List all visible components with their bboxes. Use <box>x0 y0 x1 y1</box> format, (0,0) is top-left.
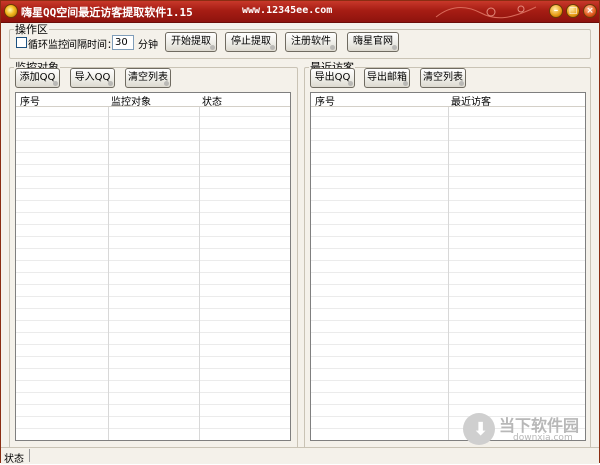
export-email-label: 导出邮箱 <box>367 72 407 83</box>
minimize-icon: – <box>553 6 559 16</box>
visitors-list-header: 序号 最近访客 <box>311 93 585 108</box>
start-extract-label: 开始提取 <box>171 36 211 47</box>
loop-monitor-label: 循环监控 <box>28 40 68 51</box>
monitor-col-divider <box>199 93 200 440</box>
clear-visitors-list-label: 清空列表 <box>423 72 463 83</box>
col-header-recent-visitor[interactable]: 最近访客 <box>451 93 491 108</box>
col-header-status[interactable]: 状态 <box>202 93 222 108</box>
stop-extract-label: 停止提取 <box>231 36 271 47</box>
maximize-icon: □ <box>568 6 578 16</box>
operation-legend: 操作区 <box>15 23 48 36</box>
title-bar[interactable]: 嗨星QQ空间最近访客提取软件1.15 www.12345ee.com – □ × <box>1 1 599 23</box>
app-window: 嗨星QQ空间最近访客提取软件1.15 www.12345ee.com – □ ×… <box>0 0 600 465</box>
export-email-button[interactable]: 导出邮箱 <box>364 68 410 88</box>
close-icon: × <box>586 6 594 16</box>
register-button[interactable]: 注册软件 <box>285 32 337 52</box>
import-qq-label: 导入QQ <box>74 72 111 83</box>
col-header-visitor-index[interactable]: 序号 <box>315 93 335 108</box>
interval-input[interactable]: 30 <box>112 35 134 50</box>
col-header-target[interactable]: 监控对象 <box>111 93 151 108</box>
title-url: www.12345ee.com <box>242 5 333 16</box>
floral-decoration-icon <box>435 5 537 19</box>
monitor-list-header: 序号 监控对象 状态 <box>16 93 290 108</box>
clear-monitor-list-label: 清空列表 <box>128 72 168 83</box>
add-qq-label: 添加QQ <box>19 72 56 83</box>
add-qq-button[interactable]: 添加QQ <box>15 68 60 88</box>
export-qq-button[interactable]: 导出QQ <box>310 68 355 88</box>
loop-monitor-checkbox[interactable] <box>16 37 27 48</box>
clear-visitors-list-button[interactable]: 清空列表 <box>420 68 466 88</box>
website-button[interactable]: 嗨星官网 <box>347 32 399 52</box>
interval-label: 间隔时间： <box>67 40 117 51</box>
qq-star-icon <box>4 4 18 18</box>
status-bar: 状态 <box>1 447 599 465</box>
website-label: 嗨星官网 <box>353 36 393 47</box>
import-qq-button[interactable]: 导入QQ <box>70 68 115 88</box>
register-label: 注册软件 <box>291 36 331 47</box>
window-title: 嗨星QQ空间最近访客提取软件1.15 <box>21 6 193 19</box>
monitor-col-divider <box>108 93 109 440</box>
export-qq-label: 导出QQ <box>314 72 351 83</box>
monitor-list[interactable]: 序号 监控对象 状态 <box>15 92 291 441</box>
minimize-button[interactable]: – <box>549 4 563 18</box>
visitors-col-divider <box>448 93 449 440</box>
close-button[interactable]: × <box>583 4 597 18</box>
clear-monitor-list-button[interactable]: 清空列表 <box>125 68 171 88</box>
col-header-index[interactable]: 序号 <box>20 93 40 108</box>
status-separator <box>29 449 30 462</box>
watermark-sub: downxia.com <box>513 433 573 443</box>
download-arrow-icon: ⬇ <box>463 413 495 445</box>
minutes-label: 分钟 <box>138 40 158 51</box>
stop-extract-button[interactable]: 停止提取 <box>225 32 277 52</box>
visitors-list[interactable]: 序号 最近访客 <box>310 92 586 441</box>
start-extract-button[interactable]: 开始提取 <box>165 32 217 52</box>
maximize-button[interactable]: □ <box>566 4 580 18</box>
site-watermark: ⬇ 当下软件园 downxia.com <box>463 409 591 449</box>
